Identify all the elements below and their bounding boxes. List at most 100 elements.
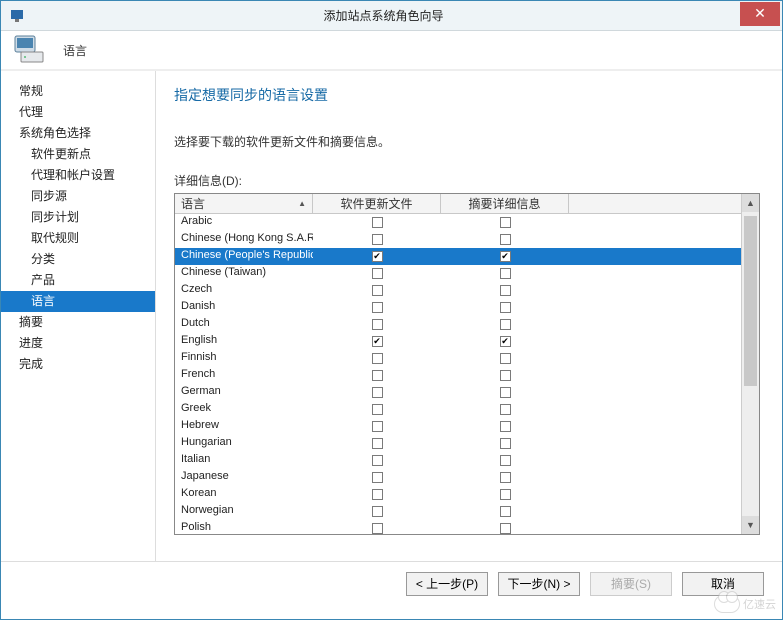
summary-checkbox[interactable] xyxy=(500,319,511,330)
scroll-down-button[interactable]: ▼ xyxy=(742,516,759,534)
summary-checkbox[interactable] xyxy=(500,251,511,262)
lang-cell: Hungarian xyxy=(175,435,313,452)
file-checkbox[interactable] xyxy=(372,336,383,347)
summary-cell xyxy=(441,231,569,248)
summary-cell xyxy=(441,282,569,299)
close-button[interactable]: ✕ xyxy=(740,2,780,26)
table-row[interactable]: German xyxy=(175,384,741,401)
sidebar-item[interactable]: 代理 xyxy=(1,102,155,123)
summary-checkbox[interactable] xyxy=(500,336,511,347)
summary-checkbox[interactable] xyxy=(500,438,511,449)
sidebar-item[interactable]: 完成 xyxy=(1,354,155,375)
table-row[interactable]: Chinese (Taiwan) xyxy=(175,265,741,282)
file-cell xyxy=(313,214,441,231)
table-row[interactable]: Greek xyxy=(175,401,741,418)
table-row[interactable]: Italian xyxy=(175,452,741,469)
sidebar-item[interactable]: 摘要 xyxy=(1,312,155,333)
summary-checkbox[interactable] xyxy=(500,455,511,466)
col-summary[interactable]: 摘要详细信息 xyxy=(441,194,569,213)
summary-cell xyxy=(441,520,569,534)
table-row[interactable]: Finnish xyxy=(175,350,741,367)
summary-cell xyxy=(441,435,569,452)
table-row[interactable]: Japanese xyxy=(175,469,741,486)
file-checkbox[interactable] xyxy=(372,319,383,330)
sidebar-item[interactable]: 常规 xyxy=(1,81,155,102)
summary-checkbox[interactable] xyxy=(500,472,511,483)
file-checkbox[interactable] xyxy=(372,217,383,228)
summary-checkbox[interactable] xyxy=(500,370,511,381)
wizard-icon xyxy=(11,32,51,68)
summary-checkbox[interactable] xyxy=(500,302,511,313)
summary-checkbox[interactable] xyxy=(500,234,511,245)
summary-checkbox[interactable] xyxy=(500,489,511,500)
file-checkbox[interactable] xyxy=(372,302,383,313)
titlebar: 添加站点系统角色向导 ✕ xyxy=(1,1,782,31)
file-cell xyxy=(313,384,441,401)
scroll-thumb[interactable] xyxy=(744,216,757,386)
table-row[interactable]: Czech xyxy=(175,282,741,299)
file-checkbox[interactable] xyxy=(372,455,383,466)
sidebar-item[interactable]: 语言 xyxy=(1,291,155,312)
next-button[interactable]: 下一步(N) > xyxy=(498,572,580,596)
table-row[interactable]: Korean xyxy=(175,486,741,503)
file-checkbox[interactable] xyxy=(372,285,383,296)
sort-asc-icon: ▲ xyxy=(298,199,306,208)
table-row[interactable]: Chinese (People's Republic of... xyxy=(175,248,741,265)
table-row[interactable]: Chinese (Hong Kong S.A.R.) xyxy=(175,231,741,248)
file-checkbox[interactable] xyxy=(372,489,383,500)
lang-cell: Dutch xyxy=(175,316,313,333)
table-row[interactable]: Norwegian xyxy=(175,503,741,520)
file-checkbox[interactable] xyxy=(372,251,383,262)
file-checkbox[interactable] xyxy=(372,353,383,364)
col-file[interactable]: 软件更新文件 xyxy=(313,194,441,213)
sidebar-item[interactable]: 产品 xyxy=(1,270,155,291)
file-checkbox[interactable] xyxy=(372,387,383,398)
file-checkbox[interactable] xyxy=(372,523,383,534)
file-checkbox[interactable] xyxy=(372,506,383,517)
summary-checkbox[interactable] xyxy=(500,387,511,398)
file-checkbox[interactable] xyxy=(372,404,383,415)
file-cell xyxy=(313,401,441,418)
table-row[interactable]: Polish xyxy=(175,520,741,534)
col-language[interactable]: 语言▲ xyxy=(175,194,313,213)
sidebar-item[interactable]: 同步源 xyxy=(1,186,155,207)
window-title: 添加站点系统角色向导 xyxy=(27,7,740,24)
table-row[interactable]: Dutch xyxy=(175,316,741,333)
sidebar-item[interactable]: 取代规则 xyxy=(1,228,155,249)
table-row[interactable]: Danish xyxy=(175,299,741,316)
summary-checkbox[interactable] xyxy=(500,421,511,432)
lang-cell: German xyxy=(175,384,313,401)
lang-cell: Norwegian xyxy=(175,503,313,520)
table-row[interactable]: French xyxy=(175,367,741,384)
scroll-up-button[interactable]: ▲ xyxy=(742,194,759,212)
file-checkbox[interactable] xyxy=(372,268,383,279)
cloud-icon xyxy=(714,595,740,613)
summary-checkbox[interactable] xyxy=(500,285,511,296)
sidebar-item[interactable]: 进度 xyxy=(1,333,155,354)
file-checkbox[interactable] xyxy=(372,370,383,381)
sidebar-item[interactable]: 软件更新点 xyxy=(1,144,155,165)
vertical-scrollbar[interactable]: ▲ ▼ xyxy=(741,194,759,534)
file-checkbox[interactable] xyxy=(372,438,383,449)
summary-button[interactable]: 摘要(S) xyxy=(590,572,672,596)
table-row[interactable]: Arabic xyxy=(175,214,741,231)
summary-checkbox[interactable] xyxy=(500,506,511,517)
summary-checkbox[interactable] xyxy=(500,268,511,279)
summary-checkbox[interactable] xyxy=(500,404,511,415)
sidebar-item[interactable]: 分类 xyxy=(1,249,155,270)
table-row[interactable]: Hungarian xyxy=(175,435,741,452)
table-row[interactable]: English xyxy=(175,333,741,350)
summary-checkbox[interactable] xyxy=(500,353,511,364)
sidebar-item[interactable]: 系统角色选择 xyxy=(1,123,155,144)
sidebar-item[interactable]: 代理和帐户设置 xyxy=(1,165,155,186)
summary-checkbox[interactable] xyxy=(500,217,511,228)
file-cell xyxy=(313,469,441,486)
file-checkbox[interactable] xyxy=(372,421,383,432)
summary-cell xyxy=(441,350,569,367)
file-checkbox[interactable] xyxy=(372,472,383,483)
table-row[interactable]: Hebrew xyxy=(175,418,741,435)
file-checkbox[interactable] xyxy=(372,234,383,245)
prev-button[interactable]: < 上一步(P) xyxy=(406,572,488,596)
sidebar-item[interactable]: 同步计划 xyxy=(1,207,155,228)
summary-checkbox[interactable] xyxy=(500,523,511,534)
